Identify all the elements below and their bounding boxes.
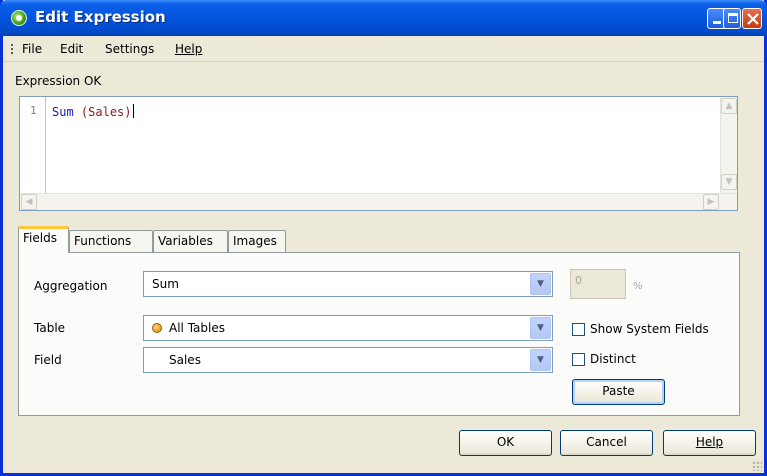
menu-file[interactable]: File — [22, 42, 42, 56]
distinct-label[interactable]: Distinct — [590, 352, 636, 366]
table-dropdown[interactable]: All Tables ▼ — [143, 315, 553, 341]
show-system-fields-checkbox[interactable] — [572, 323, 585, 336]
ok-button[interactable]: OK — [459, 430, 552, 456]
fields-tab-panel: Aggregation Sum ▼ 0 % Table All Tables ▼… — [18, 252, 740, 416]
percent-input: 0 — [570, 269, 626, 299]
expression-editor[interactable]: 1 Sum (Sales) ▲ ▼ ◀ ▶ — [19, 96, 738, 211]
chevron-up-icon: ▲ — [725, 101, 733, 111]
menu-edit[interactable]: Edit — [60, 42, 83, 56]
app-icon — [11, 10, 27, 26]
vertical-scrollbar[interactable]: ▲ ▼ — [720, 97, 737, 193]
percent-unit: % — [633, 281, 643, 292]
chevron-left-icon: ◀ — [25, 197, 33, 207]
chevron-down-icon[interactable]: ▼ — [530, 317, 551, 339]
tab-images[interactable]: Images — [228, 230, 286, 252]
show-system-fields-label[interactable]: Show System Fields — [590, 322, 709, 336]
tab-functions[interactable]: Functions — [69, 230, 153, 252]
close-button[interactable] — [742, 8, 762, 29]
menu-help[interactable]: Help — [175, 42, 202, 56]
chevron-down-icon: ▼ — [725, 177, 733, 187]
maximize-icon — [728, 13, 738, 23]
aggregation-dropdown[interactable]: Sum ▼ — [143, 271, 553, 297]
scroll-left-button[interactable]: ◀ — [21, 194, 37, 210]
chevron-down-icon[interactable]: ▼ — [530, 349, 551, 371]
aggregation-label: Aggregation — [34, 279, 108, 293]
horizontal-scrollbar[interactable]: ◀ ▶ — [20, 193, 737, 210]
cancel-button[interactable]: Cancel — [560, 430, 653, 456]
chevron-down-icon[interactable]: ▼ — [530, 273, 551, 295]
scroll-right-button[interactable]: ▶ — [703, 194, 719, 210]
chevron-right-icon: ▶ — [707, 197, 715, 207]
expression-code[interactable]: Sum (Sales) — [52, 104, 134, 119]
tab-variables[interactable]: Variables — [153, 230, 228, 252]
resize-grip-icon[interactable] — [752, 461, 762, 471]
menu-bar: File Edit Settings Help — [3, 36, 764, 62]
field-dropdown[interactable]: Sales ▼ — [143, 347, 553, 373]
code-function: Sum — [52, 105, 74, 119]
close-icon — [747, 13, 759, 25]
field-label: Field — [34, 353, 62, 367]
aggregation-value: Sum — [152, 277, 179, 291]
distinct-checkbox[interactable] — [572, 353, 585, 366]
title-bar[interactable]: Edit Expression — [0, 0, 767, 36]
toolbar-grip[interactable] — [11, 44, 13, 54]
field-value: Sales — [169, 353, 201, 367]
minimize-icon — [713, 21, 721, 24]
window-title: Edit Expression — [35, 8, 166, 26]
table-label: Table — [34, 321, 66, 335]
maximize-button[interactable] — [723, 8, 741, 29]
edit-expression-dialog: Edit Expression File Edit Settings Help … — [0, 0, 767, 476]
line-number-gutter: 1 — [20, 97, 46, 193]
line-number: 1 — [30, 104, 37, 117]
scroll-down-button[interactable]: ▼ — [721, 174, 737, 190]
tab-control: Fields Functions Variables Images Aggreg… — [18, 226, 740, 416]
help-button[interactable]: Help — [663, 430, 756, 456]
tab-fields[interactable]: Fields — [18, 226, 69, 253]
percent-value: 0 — [575, 274, 582, 287]
code-field: (Sales) — [80, 105, 132, 119]
paste-button[interactable]: Paste — [572, 379, 665, 405]
table-value: All Tables — [169, 321, 225, 335]
scroll-up-button[interactable]: ▲ — [721, 98, 737, 114]
menu-settings[interactable]: Settings — [105, 42, 154, 56]
expression-status: Expression OK — [15, 74, 102, 88]
text-caret — [132, 104, 134, 118]
table-icon — [152, 323, 162, 333]
